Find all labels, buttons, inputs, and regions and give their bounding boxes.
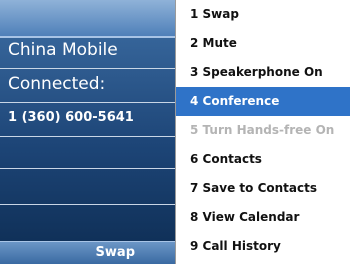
menu-item-speakerphone[interactable]: 3 Speakerphone On — [176, 58, 350, 87]
call-panel: China Mobile Connected: 1 (360) 600-5641… — [0, 0, 175, 264]
menu-item-contacts[interactable]: 6 Contacts — [176, 145, 350, 174]
call-options-menu: 1 Swap 2 Mute 3 Speakerphone On 4 Confer… — [175, 0, 350, 264]
menu-item-save-to-contacts[interactable]: 7 Save to Contacts — [176, 174, 350, 203]
menu-list: 1 Swap 2 Mute 3 Speakerphone On 4 Confer… — [176, 0, 350, 261]
call-status: Connected: — [8, 74, 106, 94]
header-divider — [0, 36, 175, 38]
swap-softkey[interactable]: Swap — [0, 242, 175, 264]
header-strip — [0, 0, 175, 36]
menu-item-mute[interactable]: 2 Mute — [176, 29, 350, 58]
menu-item-call-history[interactable]: 9 Call History — [176, 232, 350, 261]
menu-item-hands-free: 5 Turn Hands-free On — [190, 123, 335, 137]
operator-name: China Mobile — [8, 40, 118, 60]
divider — [0, 136, 175, 137]
menu-item-view-calendar[interactable]: 8 View Calendar — [176, 203, 350, 232]
divider — [0, 168, 175, 169]
softkey-bar: Swap — [0, 241, 175, 264]
phone-number: 1 (360) 600-5641 — [8, 110, 134, 125]
phone-screen: China Mobile Connected: 1 (360) 600-5641… — [0, 0, 350, 264]
menu-item-conference[interactable]: 4 Conference — [176, 87, 350, 116]
divider — [0, 204, 175, 205]
menu-item-swap[interactable]: 1 Swap — [176, 0, 350, 29]
divider — [0, 102, 175, 103]
divider — [0, 68, 175, 69]
